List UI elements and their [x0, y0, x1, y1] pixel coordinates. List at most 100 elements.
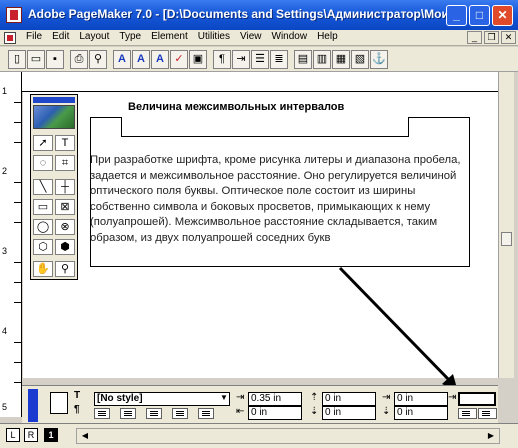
place-icon[interactable]: ▧	[351, 49, 369, 69]
first-indent-field[interactable]: 0 in	[248, 406, 302, 420]
save-icon[interactable]: ▪	[46, 49, 64, 69]
polygon-frame-tool-icon[interactable]: ⬢	[55, 239, 75, 255]
font-icon[interactable]: A	[113, 49, 131, 69]
menu-type[interactable]: Type	[119, 31, 141, 42]
find-icon[interactable]: ⚲	[89, 49, 107, 69]
ruler-label: 2	[2, 166, 8, 176]
space-after-icon: ⇣	[310, 406, 319, 417]
headline[interactable]: Величина межсимвольных интервалов	[128, 101, 344, 113]
print-icon[interactable]: ⎙	[70, 49, 88, 69]
palette-grip[interactable]	[28, 389, 38, 422]
grid-align-left-button[interactable]	[458, 408, 477, 419]
maximize-button[interactable]: □	[469, 5, 490, 26]
rectangle-tool-icon[interactable]: ▭	[33, 199, 53, 215]
maximize-icon: □	[475, 8, 484, 22]
scroll-right-icon[interactable]: ▶	[485, 430, 497, 442]
new-icon[interactable]: ▯	[8, 49, 26, 69]
right-master-page[interactable]: R	[24, 428, 38, 442]
horizontal-scrollbar[interactable]: ◀ ▶	[76, 428, 500, 444]
numbering-icon[interactable]: ≣	[270, 49, 288, 69]
doc-restore-button[interactable]: ❐	[484, 31, 499, 44]
spell-check-icon[interactable]: ✓	[170, 49, 188, 69]
space-before-field[interactable]: 0 in	[322, 392, 376, 406]
ruler-label: 1	[2, 86, 8, 96]
menu-utilities[interactable]: Utilities	[198, 31, 230, 42]
pointer-tool-icon[interactable]: ➚	[33, 135, 53, 151]
paragraph-view-icon[interactable]	[50, 392, 68, 414]
close-button[interactable]: ✕	[492, 5, 513, 26]
text-tool-icon[interactable]: T	[55, 135, 75, 151]
space-after-field[interactable]: 0 in	[322, 406, 376, 420]
ruler-label: 3	[2, 246, 8, 256]
window-title: Adobe PageMaker 7.0 - [D:\Documents and …	[28, 7, 448, 21]
grid-align-right-button[interactable]	[478, 408, 497, 419]
hand-tool-icon[interactable]: ✋	[33, 261, 53, 277]
character-view-icon[interactable]: T	[74, 390, 80, 401]
force-justify-button[interactable]	[198, 408, 214, 419]
menu-element[interactable]: Element	[151, 31, 188, 42]
line-tool-icon[interactable]: ╲	[33, 179, 53, 195]
justify-button[interactable]	[172, 408, 188, 419]
chevron-down-icon[interactable]: ▼	[218, 393, 230, 405]
menu-help[interactable]: Help	[317, 31, 338, 42]
extra-field[interactable]	[458, 392, 496, 406]
rotate-tool-icon[interactable]: ◌	[33, 155, 53, 171]
title-bar: Adobe PageMaker 7.0 - [D:\Documents and …	[0, 0, 518, 30]
text-block-top-tab[interactable]	[121, 117, 409, 137]
vertical-ruler[interactable]: 1 2 3 4 5	[0, 72, 22, 417]
control-palette: T ¶ [No style] ▼ ⇥ 0.35 in ⇤ 0 in ⇡ 0 in…	[22, 385, 498, 423]
style-icon[interactable]: ▤	[294, 49, 312, 69]
align-left-button[interactable]	[94, 408, 110, 419]
ellipse-tool-icon[interactable]: ◯	[33, 219, 53, 235]
insert-object-icon[interactable]: ▣	[189, 49, 207, 69]
minimize-icon: _	[453, 8, 460, 22]
ellipse-frame-tool-icon[interactable]: ⊗	[55, 219, 75, 235]
right-indent-icon: ⇥	[382, 392, 391, 403]
paragraph-icon[interactable]: ¶	[213, 49, 231, 69]
minimize-button[interactable]: _	[446, 5, 467, 26]
frame-icon[interactable]: ▦	[332, 49, 350, 69]
rectangle-frame-tool-icon[interactable]: ⊠	[55, 199, 75, 215]
font-size-icon[interactable]: A	[132, 49, 150, 69]
toolbox-titlebar[interactable]	[33, 97, 75, 103]
current-page-icon[interactable]: 1	[44, 428, 58, 442]
bottom-bar: L R 1 ◀ ▶	[0, 423, 518, 448]
body-text[interactable]: При разработке шрифта, кроме рисунка лит…	[90, 153, 472, 246]
hyperlink-icon[interactable]: ⚓	[370, 49, 388, 69]
first-indent-icon: ⇤	[236, 406, 245, 417]
open-icon[interactable]: ▭	[27, 49, 45, 69]
menu-bar: File Edit Layout Type Element Utilities …	[0, 30, 518, 46]
vertical-scrollbar[interactable]	[498, 72, 514, 378]
color-icon[interactable]: ▥	[313, 49, 331, 69]
left-master-page[interactable]: L	[6, 428, 20, 442]
menu-file[interactable]: File	[26, 31, 42, 42]
crop-tool-icon[interactable]: ⌗	[55, 155, 75, 171]
align-center-button[interactable]	[120, 408, 136, 419]
constrained-line-tool-icon[interactable]: ┼	[55, 179, 75, 195]
bullets-icon[interactable]: ☰	[251, 49, 269, 69]
polygon-tool-icon[interactable]: ⬡	[33, 239, 53, 255]
right-indent-field[interactable]: 0 in	[394, 392, 448, 406]
paragraph-view-toggle-icon[interactable]: ¶	[74, 404, 80, 415]
scroll-thumb[interactable]	[501, 232, 512, 246]
grid-field[interactable]: 0 in	[394, 406, 448, 420]
doc-close-button[interactable]: ✕	[501, 31, 516, 44]
kerning-icon[interactable]: A	[151, 49, 169, 69]
scroll-left-icon[interactable]: ◀	[79, 430, 91, 442]
style-select[interactable]: [No style]	[94, 392, 230, 406]
grid-icon: ⇣	[382, 406, 391, 417]
left-indent-field[interactable]: 0.35 in	[248, 392, 302, 406]
doc-minimize-button[interactable]: _	[467, 31, 482, 44]
menu-edit[interactable]: Edit	[52, 31, 69, 42]
menu-view[interactable]: View	[240, 31, 262, 42]
horizontal-ruler[interactable]	[22, 72, 514, 92]
indent-icon[interactable]: ⇥	[232, 49, 250, 69]
menu-layout[interactable]: Layout	[79, 31, 109, 42]
zoom-tool-icon[interactable]: ⚲	[55, 261, 75, 277]
menu-window[interactable]: Window	[272, 31, 308, 42]
close-icon: ✕	[497, 8, 508, 22]
document-icon[interactable]	[4, 32, 16, 44]
left-indent-icon: ⇥	[236, 392, 245, 403]
app-icon[interactable]	[6, 7, 22, 23]
align-right-button[interactable]	[146, 408, 162, 419]
